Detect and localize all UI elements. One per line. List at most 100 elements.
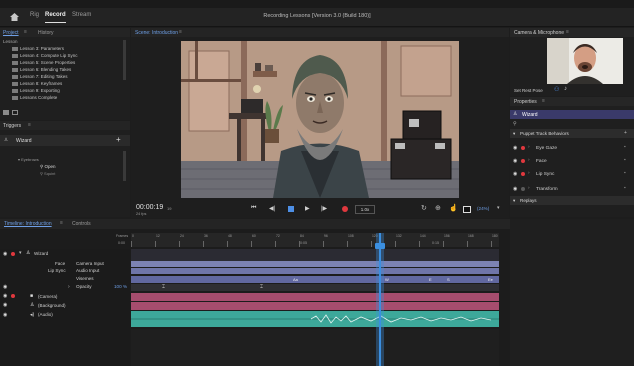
audio-track-lane[interactable]	[131, 311, 499, 327]
viseme-label[interactable]: E	[429, 277, 432, 282]
tab-controls[interactable]: Controls	[72, 221, 91, 227]
eye-icon[interactable]: ◉	[3, 284, 7, 290]
chevron-right-icon[interactable]: ›	[528, 186, 530, 191]
list-item[interactable]: Lesson 7: Editing Takes	[12, 74, 67, 79]
playhead[interactable]	[379, 233, 381, 366]
microphone-icon[interactable]: ♪	[564, 86, 567, 92]
behaviors-section-header[interactable]: ▾ Puppet Track Behaviors +	[510, 129, 634, 138]
scrollbar[interactable]	[123, 151, 126, 181]
speed-select[interactable]: 1.0x	[355, 205, 375, 214]
record-button[interactable]	[342, 206, 348, 212]
visemes-track-lane[interactable]: Aa W E S Ee	[131, 276, 499, 283]
gesture-icon[interactable]: ☝	[449, 204, 458, 212]
add-behavior-icon[interactable]: +	[624, 130, 627, 136]
list-item[interactable]: Lesson 3: Parameters	[12, 46, 64, 51]
ruler-tick-label: 168	[468, 234, 474, 238]
viseme-label[interactable]: W	[385, 277, 389, 282]
trigger-item[interactable]: ⚲ Squint	[40, 171, 55, 176]
new-item-icon[interactable]	[12, 110, 18, 115]
behavior-row[interactable]: ◉ › Face ▪	[510, 155, 634, 168]
crosshair-icon[interactable]: ⊕	[435, 204, 441, 212]
record-arm-icon[interactable]	[521, 172, 525, 176]
eye-icon[interactable]: ◉	[3, 251, 7, 257]
behavior-row[interactable]: ◉ › Lip Sync ▪	[510, 168, 634, 181]
menu-icon[interactable]: ≡	[566, 29, 569, 35]
trigger-puppet-row[interactable]: ♙ Wizard +	[0, 135, 130, 146]
opacity-value[interactable]: 100 %	[114, 284, 127, 289]
menu-icon[interactable]: ≡	[24, 29, 27, 35]
chevron-right-icon[interactable]: ›	[528, 171, 530, 176]
delete-icon[interactable]: ▪	[624, 186, 626, 191]
play-icon[interactable]: ▶	[305, 205, 310, 212]
menu-icon[interactable]: ≡	[28, 122, 31, 128]
scene-canvas[interactable]	[181, 41, 459, 198]
camera-icon[interactable]: ⚇	[554, 86, 559, 93]
scrollbar[interactable]	[123, 40, 126, 80]
viseme-label[interactable]: Ee	[488, 277, 493, 282]
background-color-swatch[interactable]	[463, 206, 471, 213]
scene-title[interactable]: Scene: Introduction	[135, 30, 178, 36]
chevron-right-icon[interactable]: ›	[528, 145, 530, 150]
behavior-row[interactable]: ◉ › Transform ▪	[510, 183, 634, 196]
chevron-down-icon[interactable]: ▾	[497, 205, 500, 211]
refresh-icon[interactable]: ↻	[421, 204, 427, 212]
keyframe-marker[interactable]: ⌶	[260, 284, 263, 290]
zoom-level[interactable]: (24%)	[477, 206, 489, 211]
record-arm-icon[interactable]	[521, 159, 525, 163]
record-arm-icon[interactable]	[521, 146, 525, 150]
eye-icon[interactable]: ◉	[513, 186, 517, 192]
record-arm-icon[interactable]	[11, 294, 15, 298]
list-item[interactable]: Lesson 6: Blending Takes	[12, 67, 71, 72]
camera-track-lane[interactable]	[131, 293, 499, 301]
chevron-down-icon[interactable]: ▾	[19, 250, 22, 256]
puppet-name-row[interactable]: ♙ Wizard	[510, 110, 634, 119]
opacity-track-lane[interactable]	[131, 284, 499, 291]
list-item[interactable]: Lesson 9: Exporting	[12, 88, 60, 93]
eye-icon[interactable]: ◉	[513, 145, 517, 151]
eye-icon[interactable]: ◉	[513, 171, 517, 177]
tab-project[interactable]: Project	[3, 30, 19, 36]
list-item[interactable]: Lesson 4: Compute Lip Sync	[12, 53, 78, 58]
chevron-right-icon[interactable]: ›	[68, 284, 70, 290]
trigger-item[interactable]: ⚲ Open	[40, 164, 56, 170]
step-forward-icon[interactable]: |▶	[321, 205, 327, 212]
tab-history[interactable]: History	[38, 30, 54, 36]
set-rest-pose-button[interactable]: Set Rest Pose	[514, 88, 543, 93]
eye-icon[interactable]: ◉	[513, 158, 517, 164]
playhead-handle[interactable]	[375, 243, 385, 249]
add-trigger-button[interactable]: +	[116, 135, 121, 144]
search-icon[interactable]: ⚲	[513, 121, 517, 127]
eye-icon[interactable]: ◉	[3, 312, 7, 318]
tab-timeline[interactable]: Timeline: Introduction	[4, 221, 52, 227]
viseme-label[interactable]: Aa	[293, 277, 298, 282]
list-item[interactable]: Lesson 5: Scene Properties	[12, 60, 75, 65]
wizard-track-lane[interactable]	[131, 249, 499, 261]
step-back-icon[interactable]: ◀|	[269, 205, 275, 212]
menu-icon[interactable]: ≡	[179, 29, 182, 35]
timecode[interactable]: 00:00:19	[136, 204, 163, 211]
menu-icon[interactable]: ≡	[60, 220, 63, 226]
list-item[interactable]: Lessons Complete	[12, 95, 57, 100]
delete-icon[interactable]: ▪	[624, 145, 626, 150]
timeline-ruler[interactable]: 0 12 24 36 48 60 72 84 96 108 120 132 144 156 168 180	[131, 233, 499, 247]
chevron-right-icon[interactable]: ›	[528, 158, 530, 163]
delete-icon[interactable]: ▪	[624, 158, 626, 163]
menu-icon[interactable]: ≡	[542, 98, 545, 104]
record-arm-icon[interactable]	[521, 187, 525, 191]
go-to-start-icon[interactable]: ⏮	[251, 205, 256, 212]
face-track-lane[interactable]	[131, 261, 499, 267]
replays-section-header[interactable]: ▾ Replays	[510, 196, 634, 205]
keyframe-marker[interactable]: ⌶	[162, 284, 165, 290]
delete-icon[interactable]: ▪	[624, 171, 626, 176]
lipsync-track-lane[interactable]	[131, 268, 499, 274]
record-arm-icon[interactable]	[11, 252, 15, 256]
list-item[interactable]: Lesson 8: Keyframes	[12, 81, 62, 86]
eye-icon[interactable]: ◉	[3, 302, 7, 308]
eye-icon[interactable]: ◉	[3, 293, 7, 299]
folder-icon[interactable]	[3, 110, 9, 115]
behavior-row[interactable]: ◉ › Eye Gaze ▪	[510, 142, 634, 155]
trigger-group[interactable]: ▾ Eyebrows	[18, 157, 39, 162]
viseme-label[interactable]: S	[447, 277, 450, 282]
background-track-lane[interactable]	[131, 302, 499, 310]
stop-button[interactable]	[288, 206, 294, 212]
